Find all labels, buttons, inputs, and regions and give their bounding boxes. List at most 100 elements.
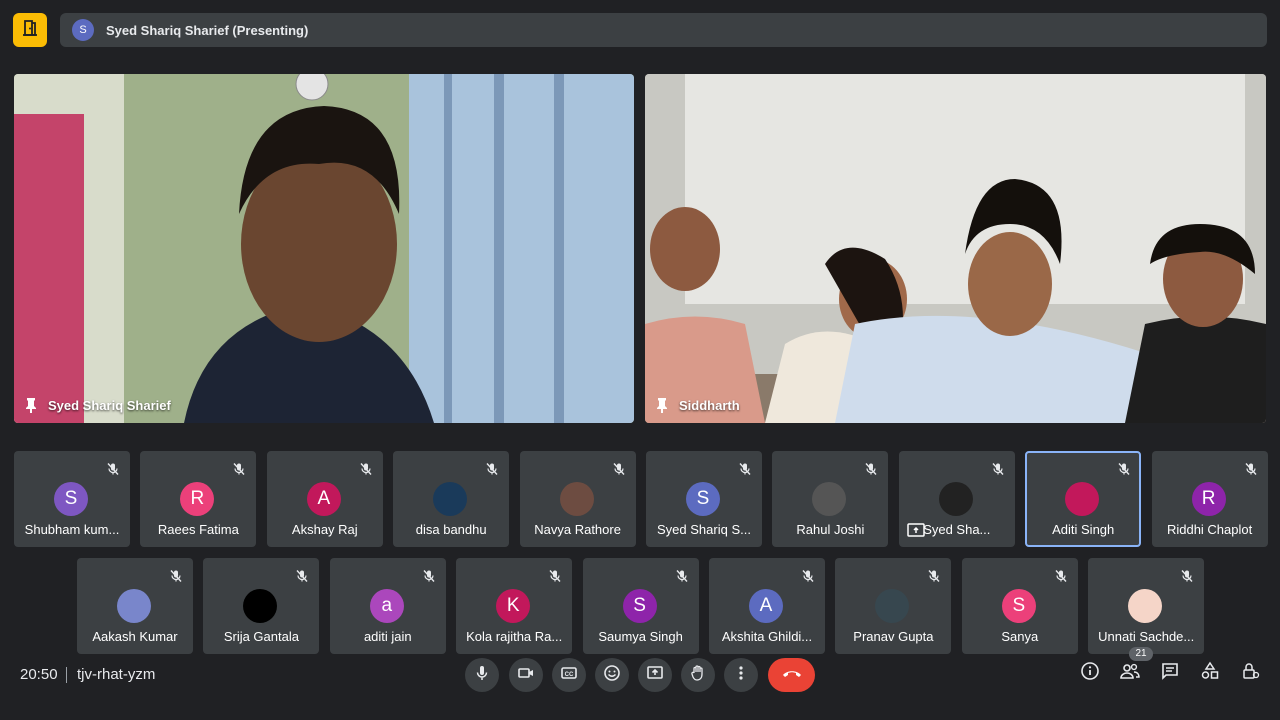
meeting-code[interactable]: tjv-rhat-yzm <box>77 666 155 683</box>
video-tile-main-2[interactable]: Siddharth <box>645 74 1266 423</box>
participant-name: Raees Fatima <box>157 522 239 537</box>
participant-tile[interactable]: S Saumya Singh <box>582 558 699 654</box>
avatar <box>812 482 847 516</box>
avatar <box>938 482 973 516</box>
camera-button[interactable] <box>509 658 543 692</box>
participant-tile[interactable]: S Shubham kum... <box>14 451 130 547</box>
mic-off-icon <box>927 569 941 583</box>
participant-name: aditi jain <box>363 629 412 644</box>
participant-name: Syed Shariq S... <box>657 522 751 537</box>
microphone-button[interactable] <box>465 658 499 692</box>
pin-icon[interactable] <box>655 397 669 413</box>
leave-call-button[interactable] <box>768 658 815 692</box>
participant-count-badge: 21 <box>1129 647 1153 661</box>
participant-name: Pranav Gupta <box>853 629 934 644</box>
participant-tile[interactable]: S Syed Shariq S... <box>646 451 762 547</box>
mic-off-icon <box>612 462 626 476</box>
avatar: R <box>1191 482 1226 516</box>
avatar: R <box>180 482 215 516</box>
more-vert-icon <box>732 664 750 687</box>
participant-name: Shubham kum... <box>24 522 120 537</box>
participant-tile[interactable]: Navya Rathore <box>519 451 636 547</box>
mic-off-icon <box>801 569 815 583</box>
people-button[interactable] <box>1118 661 1142 685</box>
svg-text:CC: CC <box>565 672 574 678</box>
raise-hand-icon <box>689 664 707 687</box>
participant-tile[interactable]: S Sanya <box>961 558 1078 654</box>
hangup-icon <box>781 666 803 684</box>
mic-off-icon <box>106 462 120 476</box>
divider <box>66 667 67 683</box>
host-controls-button[interactable] <box>1238 661 1262 685</box>
mic-off-icon <box>864 462 878 476</box>
mic-off-icon <box>1117 462 1131 476</box>
video-tile-main-1[interactable]: Syed Shariq Sharief <box>14 74 634 423</box>
mic-off-icon <box>359 462 373 476</box>
captions-icon: CC <box>560 664 578 687</box>
avatar: A <box>749 589 783 623</box>
host-controls-icon <box>1240 661 1260 686</box>
captions-button[interactable]: CC <box>552 658 586 692</box>
people-icon <box>1119 661 1141 686</box>
participant-name: Aditi Singh <box>1052 522 1115 537</box>
avatar <box>1128 589 1163 623</box>
participant-name: Syed Shariq Sharief <box>48 397 171 413</box>
participant-tile[interactable]: Aditi Singh <box>1025 451 1142 547</box>
participant-tile[interactable]: Syed Sha... <box>898 451 1015 547</box>
mic-off-icon <box>295 569 309 583</box>
companion-mode-button[interactable] <box>13 13 47 47</box>
participant-tile[interactable]: R Raees Fatima <box>140 451 257 547</box>
camera-icon <box>517 664 535 687</box>
mic-off-icon <box>1180 569 1194 583</box>
video-feed <box>645 74 1266 423</box>
avatar <box>559 482 594 516</box>
participant-tile[interactable]: A Akshay Raj <box>266 451 383 547</box>
pin-icon[interactable] <box>24 397 38 413</box>
avatar <box>243 589 278 623</box>
mic-off-icon <box>548 569 562 583</box>
avatar: S <box>54 482 88 516</box>
participant-tile[interactable]: Unnati Sachde... <box>1088 558 1205 654</box>
participant-name: Saumya Singh <box>598 629 683 644</box>
participant-tile[interactable]: A Akshita Ghildi... <box>709 558 825 654</box>
avatar <box>433 482 468 516</box>
avatar: S <box>1001 589 1036 623</box>
tile-name-bar: Syed Shariq Sharief <box>24 397 171 413</box>
reactions-button[interactable] <box>595 658 629 692</box>
mic-off-icon <box>422 569 436 583</box>
participant-tile[interactable]: Rahul Joshi <box>772 451 889 547</box>
participant-tile[interactable]: a aditi jain <box>329 558 446 654</box>
participant-name: Akshay Raj <box>291 522 358 537</box>
presenting-banner[interactable]: S Syed Shariq Sharief (Presenting) <box>60 13 1267 47</box>
participant-name: Riddhi Chaplot <box>1166 522 1253 537</box>
avatar <box>875 589 910 623</box>
activities-icon <box>1200 661 1220 686</box>
present-now-button[interactable] <box>638 658 672 692</box>
emoji-icon <box>603 664 621 687</box>
participant-name: disa bandhu <box>415 522 487 537</box>
participant-tile[interactable]: disa bandhu <box>393 451 510 547</box>
avatar: a <box>369 589 404 623</box>
chat-icon <box>1160 661 1180 686</box>
meeting-details-button[interactable] <box>1078 661 1102 685</box>
participant-name: Sanya <box>1001 629 1039 644</box>
mic-off-icon <box>169 569 183 583</box>
mic-off-icon <box>1244 462 1258 476</box>
chat-button[interactable] <box>1158 661 1182 685</box>
participant-tile[interactable]: Srija Gantala <box>203 558 320 654</box>
mic-off-icon <box>1054 569 1068 583</box>
activities-button[interactable] <box>1198 661 1222 685</box>
participant-tile[interactable]: K Kola rajitha Ra... <box>456 558 573 654</box>
more-options-button[interactable] <box>724 658 758 692</box>
avatar: A <box>306 482 341 516</box>
participant-tile[interactable]: R Riddhi Chaplot <box>1151 451 1268 547</box>
raise-hand-button[interactable] <box>681 658 715 692</box>
door-icon <box>21 19 39 42</box>
participant-name: Unnati Sachde... <box>1098 629 1195 644</box>
participant-tile[interactable]: Pranav Gupta <box>835 558 952 654</box>
participant-tile[interactable]: Aakash Kumar <box>77 558 193 654</box>
participant-name: Navya Rathore <box>534 522 621 537</box>
presenter-avatar: S <box>72 19 94 41</box>
participant-name: Siddharth <box>679 397 740 413</box>
meeting-clock: 20:50 <box>20 666 58 683</box>
